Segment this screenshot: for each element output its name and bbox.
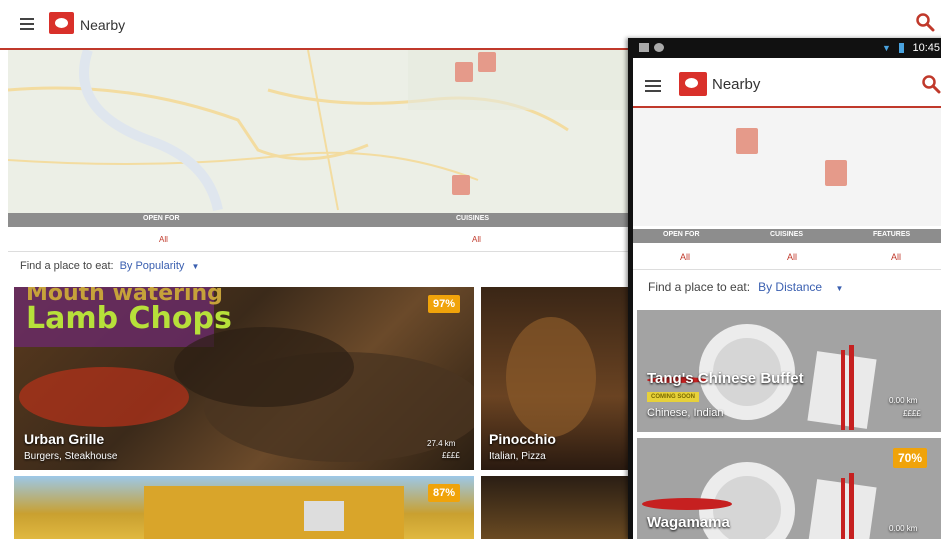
sort-dropdown[interactable]: By Popularity (120, 260, 185, 272)
find-place-row: Find a place to eat: By Distance ▼ (648, 280, 843, 294)
app-bar: Nearby (633, 58, 941, 108)
notification-icon (639, 43, 649, 52)
wifi-icon: ▼ (882, 43, 891, 53)
filter-header-bar: OPEN FOR CUISINES FEATURES (633, 229, 941, 243)
dropdown-arrow-icon[interactable]: ▼ (835, 284, 843, 293)
find-place-row: Find a place to eat: By Popularity ▼ (20, 260, 199, 272)
search-icon[interactable] (921, 74, 941, 94)
restaurant-card[interactable] (481, 476, 631, 539)
app-title: Nearby (80, 17, 126, 33)
rating-badge: 70% (893, 448, 928, 468)
app-logo-icon (49, 12, 74, 34)
rating-badge: 97% (428, 295, 461, 313)
map-pin-icon[interactable] (736, 128, 758, 154)
filter-open-for-value[interactable]: All (680, 252, 690, 262)
sort-dropdown[interactable]: By Distance (758, 280, 822, 294)
filter-values-row: All All All (633, 243, 941, 270)
restaurant-distance: 0.00 km (889, 396, 918, 405)
restaurant-name: Pinocchio (489, 431, 556, 447)
restaurant-name: Wagamama (647, 514, 730, 531)
restaurant-distance: 27.4 km (427, 439, 456, 448)
status-time: 10:45 (912, 42, 940, 54)
filter-label-open-for: OPEN FOR (143, 215, 180, 222)
map-view[interactable] (8, 50, 633, 213)
restaurant-categories: Burgers, Steakhouse (24, 451, 118, 462)
app-logo-icon (679, 72, 707, 96)
find-place-label: Find a place to eat: (20, 260, 114, 272)
filter-label-cuisines: CUISINES (770, 231, 804, 238)
restaurant-price: ££££ (903, 409, 921, 418)
filter-label-features: FEATURES (873, 231, 911, 238)
restaurant-card[interactable]: Mouth watering Lamb Chops 97% Urban Gril… (14, 287, 474, 470)
map-pin-icon[interactable] (825, 160, 847, 186)
filter-header-bar: OPEN FOR CUISINES (8, 213, 633, 227)
map-pin-icon[interactable] (455, 62, 473, 82)
restaurant-card[interactable]: Tang's Chinese Buffet COMING SOON Chines… (637, 310, 941, 432)
filter-values-row: All All (8, 227, 633, 252)
filter-open-for-value[interactable]: All (159, 235, 168, 244)
menu-icon[interactable] (645, 80, 661, 92)
filter-label-cuisines: CUISINES (456, 215, 490, 222)
chat-icon (654, 43, 664, 52)
restaurant-card[interactable]: Pinocchio Italian, Pizza (481, 287, 631, 470)
restaurant-distance: 0.00 km (889, 524, 918, 533)
dropdown-arrow-icon[interactable]: ▼ (191, 262, 199, 271)
filter-features-value[interactable]: All (891, 252, 901, 262)
battery-icon (899, 43, 904, 53)
status-bar: ▼ 10:45 (633, 38, 941, 58)
rating-badge: 87% (428, 484, 461, 502)
restaurant-categories: Italian, Pizza (489, 451, 546, 462)
promo-headline: Lamb Chops (26, 301, 232, 336)
restaurant-price: ££££ (442, 451, 460, 460)
restaurant-card[interactable]: 87% (14, 476, 474, 539)
restaurant-card[interactable]: 70% Wagamama 0.00 km (637, 438, 941, 539)
find-place-label: Find a place to eat: (648, 280, 751, 294)
restaurant-name: Tang's Chinese Buffet (647, 370, 804, 387)
filter-label-open-for: OPEN FOR (663, 231, 700, 238)
map-pin-icon[interactable] (478, 52, 496, 72)
restaurant-name: Urban Grille (24, 431, 105, 447)
map-pin-icon[interactable] (452, 175, 470, 195)
phone-screen: ▼ 10:45 Nearby OPEN FOR CUISINES FEATURE… (628, 38, 941, 539)
search-icon[interactable] (915, 12, 935, 32)
menu-icon[interactable] (20, 18, 34, 30)
filter-cuisines-value[interactable]: All (787, 252, 797, 262)
map-view[interactable] (633, 108, 941, 226)
app-title: Nearby (712, 76, 761, 93)
filter-cuisines-value[interactable]: All (472, 235, 481, 244)
coming-soon-badge: COMING SOON (647, 392, 700, 402)
restaurant-categories: Chinese, Indian (647, 407, 724, 419)
